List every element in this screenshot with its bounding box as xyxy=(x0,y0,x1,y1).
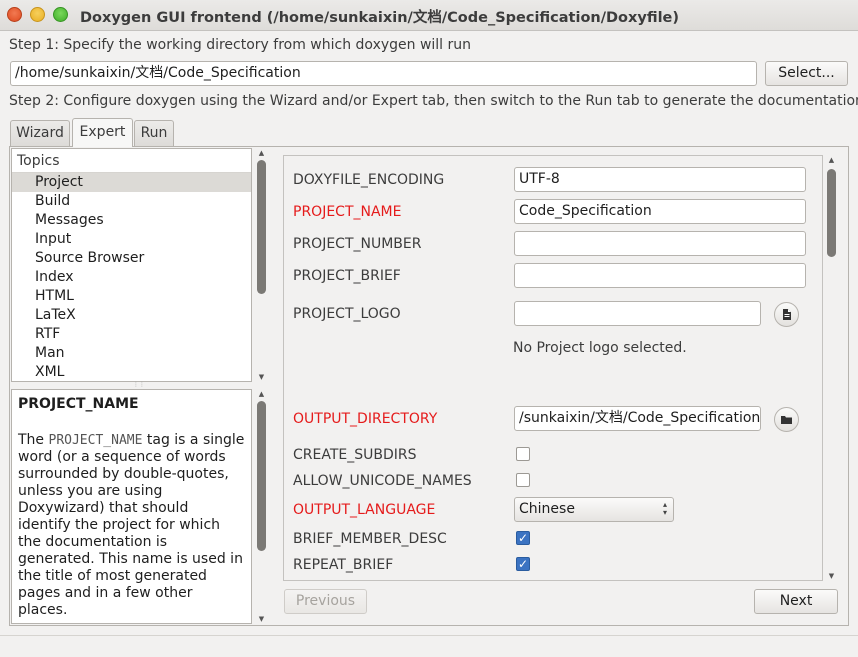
repeat-brief-label: REPEAT_BRIEF xyxy=(293,557,394,573)
scroll-down-icon[interactable]: ▼ xyxy=(255,372,268,382)
window-title: Doxygen GUI frontend (/home/sunkaixin/文档… xyxy=(80,10,680,26)
browse-output-directory-button[interactable] xyxy=(774,407,799,432)
settings-scrollbar[interactable]: ▲ ▼ xyxy=(825,155,838,581)
folder-icon xyxy=(775,408,798,431)
topic-item-latex[interactable]: LaTeX xyxy=(12,306,251,325)
topics-scrollbar[interactable]: ▲ ▼ xyxy=(255,148,268,382)
allow-unicode-names-label: ALLOW_UNICODE_NAMES xyxy=(293,473,472,489)
tab-run[interactable]: Run xyxy=(134,120,174,146)
output-directory-field[interactable]: /sunkaixin/文档/Code_Specification xyxy=(514,406,761,431)
topics-list: Topics Project Build Messages Input Sour… xyxy=(11,148,252,382)
working-directory-field[interactable]: /home/sunkaixin/文档/Code_Specification xyxy=(10,61,757,86)
scroll-up-icon[interactable]: ▲ xyxy=(255,148,268,158)
help-tag-name: PROJECT_NAME xyxy=(48,433,143,448)
output-language-value: Chinese xyxy=(519,501,575,517)
topic-item-build[interactable]: Build xyxy=(12,192,251,211)
brief-member-desc-label: BRIEF_MEMBER_DESC xyxy=(293,531,447,547)
project-logo-field[interactable] xyxy=(514,301,761,326)
topic-item-messages[interactable]: Messages xyxy=(12,211,251,230)
file-icon xyxy=(775,303,798,326)
allow-unicode-names-checkbox[interactable] xyxy=(516,473,530,487)
output-language-label: OUTPUT_LANGUAGE xyxy=(293,502,436,518)
scroll-down-icon[interactable]: ▼ xyxy=(255,614,268,624)
doxyfile-encoding-field[interactable]: UTF-8 xyxy=(514,167,806,192)
project-name-field[interactable]: Code_Specification xyxy=(514,199,806,224)
previous-button[interactable]: Previous xyxy=(284,589,367,614)
scroll-up-icon[interactable]: ▲ xyxy=(255,389,268,399)
help-text-rest: tag is a single word (or a sequence of w… xyxy=(18,432,245,618)
project-brief-label: PROJECT_BRIEF xyxy=(293,268,401,284)
help-scroll-thumb[interactable] xyxy=(257,401,266,551)
repeat-brief-checkbox[interactable]: ✓ xyxy=(516,557,530,571)
help-panel: PROJECT_NAME The PROJECT_NAME tag is a s… xyxy=(11,389,252,624)
select-directory-button[interactable]: Select... xyxy=(765,61,848,86)
doxyfile-encoding-label: DOXYFILE_ENCODING xyxy=(293,172,445,188)
help-text: The PROJECT_NAME tag is a single word (o… xyxy=(18,432,245,619)
project-logo-label: PROJECT_LOGO xyxy=(293,306,401,322)
project-number-field[interactable] xyxy=(514,231,806,256)
browse-logo-button[interactable] xyxy=(774,302,799,327)
close-window-button[interactable] xyxy=(7,7,22,22)
output-language-select[interactable]: Chinese ▴ ▾ xyxy=(514,497,674,522)
brief-member-desc-checkbox[interactable]: ✓ xyxy=(516,531,530,545)
project-brief-field[interactable] xyxy=(514,263,806,288)
topics-scroll-thumb[interactable] xyxy=(257,160,266,294)
scroll-down-icon[interactable]: ▼ xyxy=(825,571,838,581)
project-name-label: PROJECT_NAME xyxy=(293,204,402,220)
help-scrollbar[interactable]: ▲ ▼ xyxy=(255,389,268,624)
step2-label: Step 2: Configure doxygen using the Wiza… xyxy=(9,93,858,109)
project-logo-note: No Project logo selected. xyxy=(513,340,687,356)
settings-scroll-thumb[interactable] xyxy=(827,169,836,257)
topic-item-rtf[interactable]: RTF xyxy=(12,325,251,344)
help-text-prefix: The xyxy=(18,432,49,448)
project-number-label: PROJECT_NUMBER xyxy=(293,236,422,252)
topic-item-xml[interactable]: XML xyxy=(12,363,251,381)
topic-item-source-browser[interactable]: Source Browser xyxy=(12,249,251,268)
next-button[interactable]: Next xyxy=(754,589,838,614)
create-subdirs-label: CREATE_SUBDIRS xyxy=(293,447,417,463)
scroll-up-icon[interactable]: ▲ xyxy=(825,155,838,165)
topic-item-html[interactable]: HTML xyxy=(12,287,251,306)
topic-item-project[interactable]: Project xyxy=(12,173,251,192)
topic-item-index[interactable]: Index xyxy=(12,268,251,287)
topic-item-input[interactable]: Input xyxy=(12,230,251,249)
maximize-window-button[interactable] xyxy=(53,7,68,22)
tab-expert[interactable]: Expert xyxy=(72,118,133,147)
topics-header: Topics xyxy=(12,149,251,173)
help-title: PROJECT_NAME xyxy=(18,396,139,412)
title-bar: Doxygen GUI frontend (/home/sunkaixin/文档… xyxy=(0,0,858,31)
minimize-window-button[interactable] xyxy=(30,7,45,22)
output-directory-label: OUTPUT_DIRECTORY xyxy=(293,411,438,427)
settings-panel: DOXYFILE_ENCODING UTF-8 PROJECT_NAME Cod… xyxy=(283,155,823,581)
updown-arrow-icon: ▴ ▾ xyxy=(662,500,667,517)
topic-item-man[interactable]: Man xyxy=(12,344,251,363)
step1-label: Step 1: Specify the working directory fr… xyxy=(9,37,472,53)
status-bar xyxy=(0,635,858,657)
splitter-grip-icon[interactable]: ⋮⋮ xyxy=(132,382,146,388)
tab-wizard[interactable]: Wizard xyxy=(10,120,70,146)
create-subdirs-checkbox[interactable] xyxy=(516,447,530,461)
